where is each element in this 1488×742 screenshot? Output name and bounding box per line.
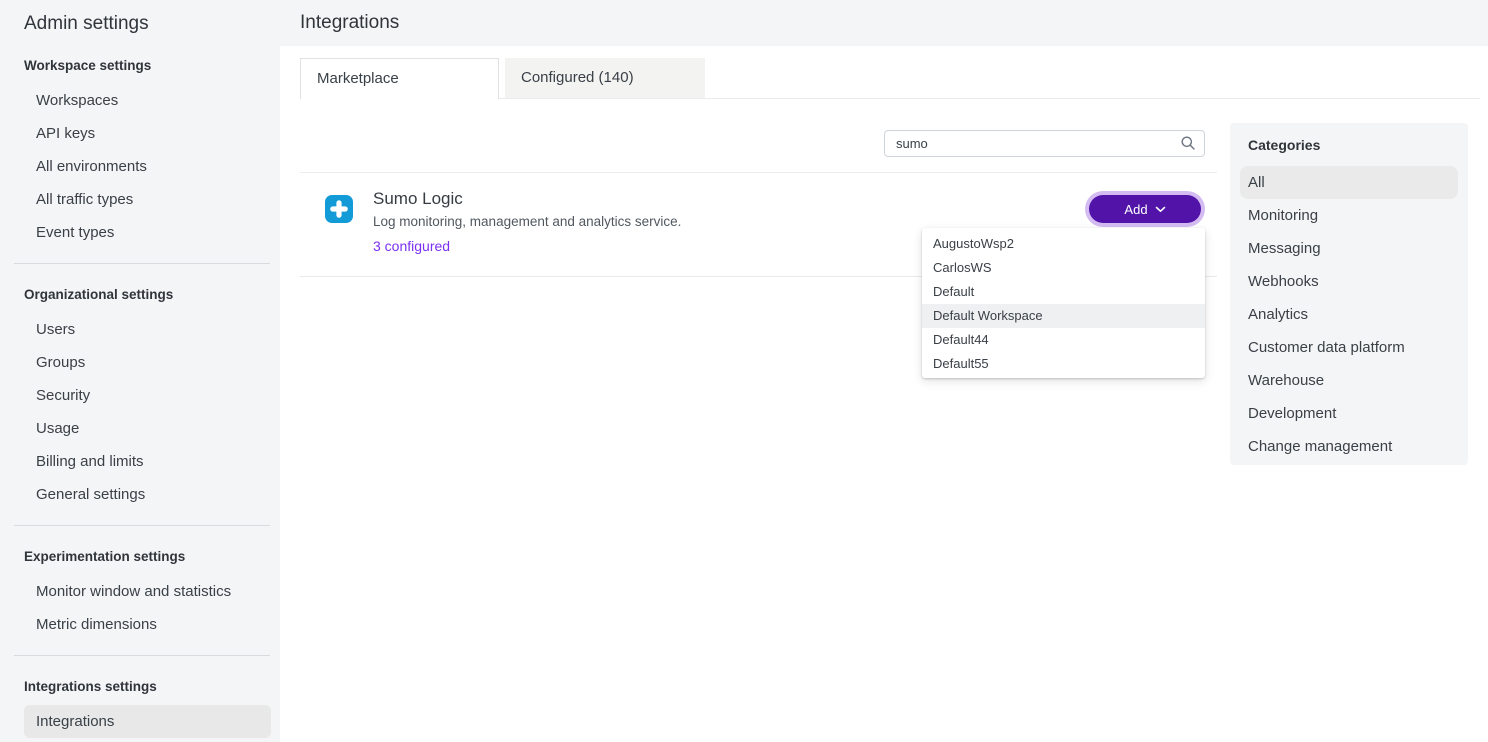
category-webhooks[interactable]: Webhooks xyxy=(1240,265,1458,298)
sidebar-divider xyxy=(14,525,270,526)
categories-title: Categories xyxy=(1248,137,1458,155)
sidebar-item-metric-dimensions[interactable]: Metric dimensions xyxy=(24,608,271,641)
sidebar-item-api-keys[interactable]: API keys xyxy=(24,117,271,150)
dropdown-item-default44[interactable]: Default44 xyxy=(922,328,1205,352)
list-top-divider xyxy=(300,172,1217,173)
category-change-management[interactable]: Change management xyxy=(1240,430,1458,463)
admin-settings-sidebar: Admin settings Workspace settings Worksp… xyxy=(0,0,280,742)
category-warehouse[interactable]: Warehouse xyxy=(1240,364,1458,397)
sidebar-item-billing-and-limits[interactable]: Billing and limits xyxy=(24,445,271,478)
category-analytics[interactable]: Analytics xyxy=(1240,298,1458,331)
category-customer-data-platform[interactable]: Customer data platform xyxy=(1240,331,1458,364)
category-all[interactable]: All xyxy=(1240,166,1458,199)
add-button-label: Add xyxy=(1124,202,1147,217)
chevron-down-icon xyxy=(1155,206,1166,213)
section-heading-organizational-settings: Organizational settings xyxy=(24,285,280,305)
sidebar-divider xyxy=(14,263,270,264)
sidebar-item-event-types[interactable]: Event types xyxy=(24,216,271,249)
sidebar-title: Admin settings xyxy=(24,13,280,35)
plus-icon xyxy=(325,195,353,223)
tab-configured[interactable]: Configured (140) xyxy=(505,58,705,98)
section-heading-integrations-settings: Integrations settings xyxy=(24,677,280,697)
sumo-logic-icon xyxy=(325,195,353,223)
sidebar-item-groups[interactable]: Groups xyxy=(24,346,271,379)
sidebar-item-monitor-window-and-statistics[interactable]: Monitor window and statistics xyxy=(24,575,271,608)
dropdown-item-default[interactable]: Default xyxy=(922,280,1205,304)
category-development[interactable]: Development xyxy=(1240,397,1458,430)
sidebar-item-all-traffic-types[interactable]: All traffic types xyxy=(24,183,271,216)
sidebar-item-workspaces[interactable]: Workspaces xyxy=(24,84,271,117)
sidebar-item-usage[interactable]: Usage xyxy=(24,412,271,445)
integration-name: Sumo Logic xyxy=(373,189,463,209)
dropdown-item-default-workspace[interactable]: Default Workspace xyxy=(922,304,1205,328)
add-button[interactable]: Add xyxy=(1089,195,1201,223)
dropdown-item-default55[interactable]: Default55 xyxy=(922,352,1205,376)
category-messaging[interactable]: Messaging xyxy=(1240,232,1458,265)
categories-panel: Categories All Monitoring Messaging Webh… xyxy=(1230,123,1468,465)
sidebar-item-integrations[interactable]: Integrations xyxy=(24,705,271,738)
tab-marketplace[interactable]: Marketplace xyxy=(300,58,499,99)
configured-count-link[interactable]: 3 configured xyxy=(373,238,450,254)
search-icon xyxy=(1180,135,1196,151)
workspace-dropdown: AugustoWsp2 CarlosWS Default Default Wor… xyxy=(922,228,1205,378)
page-header: Integrations xyxy=(280,0,1488,46)
section-heading-experimentation-settings: Experimentation settings xyxy=(24,547,280,567)
sidebar-item-general-settings[interactable]: General settings xyxy=(24,478,271,511)
page-title: Integrations xyxy=(300,0,1488,46)
sidebar-divider xyxy=(14,655,270,656)
search-box xyxy=(884,130,1205,157)
search-input[interactable] xyxy=(884,130,1205,157)
sidebar-item-users[interactable]: Users xyxy=(24,313,271,346)
sidebar-item-security[interactable]: Security xyxy=(24,379,271,412)
dropdown-item-carlosws[interactable]: CarlosWS xyxy=(922,256,1205,280)
sidebar-item-all-environments[interactable]: All environments xyxy=(24,150,271,183)
integration-description: Log monitoring, management and analytics… xyxy=(373,214,681,229)
category-monitoring[interactable]: Monitoring xyxy=(1240,199,1458,232)
section-heading-workspace-settings: Workspace settings xyxy=(24,56,280,76)
dropdown-item-augustowsp2[interactable]: AugustoWsp2 xyxy=(922,232,1205,256)
